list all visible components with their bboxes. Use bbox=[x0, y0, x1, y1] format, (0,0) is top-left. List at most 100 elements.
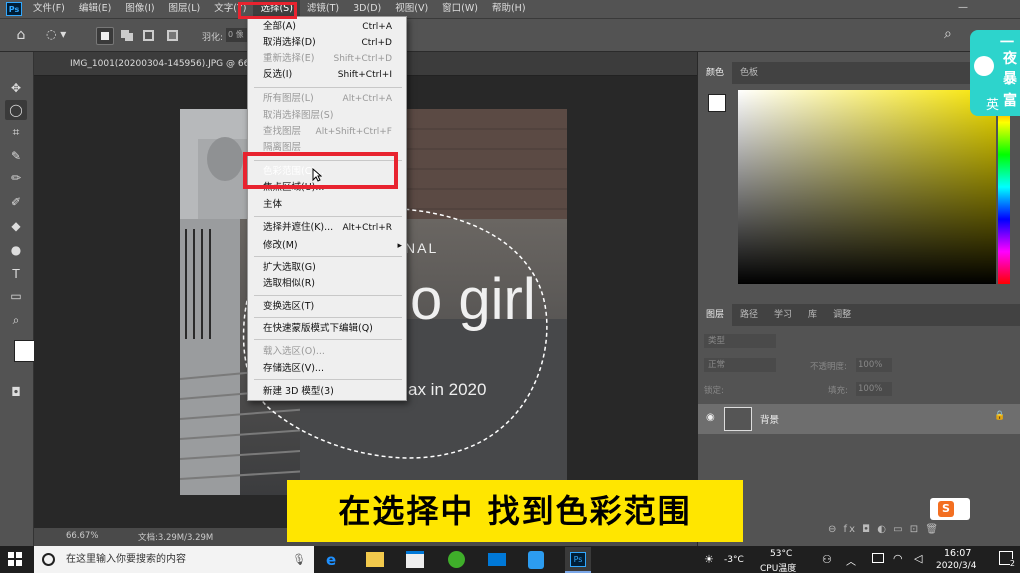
taskbar-search-box[interactable]: 在这里输入你要搜索的内容 🎙 bbox=[34, 546, 314, 573]
select-menu-item[interactable]: 重新选择(E) Shift+Ctrl+D bbox=[248, 51, 406, 67]
select-menu-item-shortcut: Shift+Ctrl+I bbox=[337, 70, 392, 80]
tab-color[interactable]: 颜色 bbox=[698, 62, 733, 84]
select-menu-item[interactable]: 新建 3D 模型(3) bbox=[248, 384, 406, 400]
select-menu-item[interactable]: 所有图层(L) Alt+Ctrl+A bbox=[248, 91, 406, 107]
volume-icon[interactable]: ◁ bbox=[914, 552, 922, 565]
weather-icon[interactable]: ☀ bbox=[704, 553, 714, 566]
paint-bucket-icon[interactable]: ◆ bbox=[5, 216, 27, 236]
select-menu-item-label: 在快速蒙版模式下编辑(Q) bbox=[263, 323, 373, 334]
subtract-selection-icon[interactable] bbox=[140, 27, 158, 45]
ime-indicator[interactable]: 英 bbox=[986, 94, 999, 113]
select-menu-item[interactable]: 扩大选取(G) bbox=[248, 260, 406, 276]
select-menu-item[interactable]: 查找图层 Alt+Shift+Ctrl+F bbox=[248, 124, 406, 140]
intersect-selection-icon[interactable] bbox=[164, 27, 182, 45]
select-menu-item-label: 扩大选取(G) bbox=[263, 262, 316, 273]
select-menu-item[interactable]: 选择并遮住(K)... Alt+Ctrl+R bbox=[248, 220, 406, 236]
home-icon[interactable]: ⌂ bbox=[12, 27, 30, 45]
layer-lock-icon: 🔒 bbox=[994, 411, 1006, 421]
select-menu-item[interactable]: 选取相似(R) bbox=[248, 276, 406, 292]
dodge-tool-icon[interactable]: ● bbox=[5, 240, 27, 260]
battery-icon[interactable] bbox=[872, 553, 884, 563]
clock-time[interactable]: 16:07 bbox=[944, 548, 971, 559]
sogou-ime-icon[interactable]: S bbox=[930, 498, 970, 520]
menu-11[interactable]: 帮助(H) bbox=[485, 0, 533, 18]
history-brush-icon[interactable]: ✐ bbox=[5, 192, 27, 212]
select-menu-item[interactable]: 全部(A) Ctrl+A bbox=[248, 19, 406, 35]
wifi-icon[interactable]: ◠ bbox=[893, 552, 903, 565]
add-selection-icon[interactable] bbox=[118, 27, 136, 45]
menu-separator bbox=[254, 216, 402, 217]
crop-tool-icon[interactable]: ⌗ bbox=[5, 122, 27, 142]
panel-foreground-swatch[interactable] bbox=[708, 94, 726, 112]
select-menu-item[interactable]: 修改(M) ▸ bbox=[248, 238, 406, 254]
tab-swatches[interactable]: 色板 bbox=[732, 62, 766, 84]
edge-icon[interactable]: e bbox=[326, 551, 344, 569]
color-field[interactable] bbox=[738, 90, 996, 284]
tools-panel: ✥ ◯ ⌗ ✎ ✏ ✐ ◆ ● T ▭ ⌕ ◘ bbox=[0, 52, 48, 546]
select-menu-item-shortcut: Ctrl+A bbox=[362, 22, 392, 32]
select-menu-item[interactable]: 变换选区(T) bbox=[248, 299, 406, 315]
notification-icon[interactable]: 2 bbox=[999, 551, 1015, 568]
select-menu-item[interactable]: 在快速蒙版模式下编辑(Q) bbox=[248, 321, 406, 337]
tab-libraries[interactable]: 库 bbox=[800, 304, 825, 326]
layers-panel-tabs: 图层 路径 学习 库 调整 bbox=[698, 304, 1020, 326]
people-icon[interactable]: ⚇ bbox=[822, 553, 832, 566]
photoshop-taskbar-button[interactable]: Ps bbox=[565, 547, 591, 573]
sticker-line2: 夜 bbox=[1003, 51, 1017, 67]
tab-paths[interactable]: 路径 bbox=[732, 304, 766, 326]
menu-10[interactable]: 窗口(W) bbox=[435, 0, 485, 18]
layer-visibility-icon[interactable]: ◉ bbox=[706, 412, 715, 423]
select-menu-item[interactable]: 存储选区(V)... bbox=[248, 361, 406, 377]
mail-icon[interactable] bbox=[488, 553, 506, 566]
select-menu-item[interactable]: 主体 bbox=[248, 197, 406, 213]
cpu-temp-label: CPU温度 bbox=[760, 564, 797, 573]
select-menu-item[interactable]: 反选(I) Shift+Ctrl+I bbox=[248, 67, 406, 83]
fill-input[interactable]: 100% bbox=[856, 382, 892, 396]
minimize-icon[interactable]: — bbox=[952, 0, 974, 18]
windows-start-icon[interactable] bbox=[8, 552, 22, 566]
select-menu-item-label: 重新选择(E) bbox=[263, 53, 315, 64]
tab-learn[interactable]: 学习 bbox=[766, 304, 800, 326]
taskbar-search-placeholder: 在这里输入你要搜索的内容 bbox=[66, 554, 186, 565]
menu-3[interactable]: 图像(I) bbox=[118, 0, 161, 18]
browser-360-icon[interactable] bbox=[448, 551, 465, 568]
zoom-tool-icon[interactable]: ⌕ bbox=[5, 310, 27, 330]
eyedropper-tool-icon[interactable]: ✎ bbox=[5, 146, 27, 166]
brush-tool-icon[interactable]: ✏ bbox=[5, 168, 27, 188]
search-icon[interactable]: ⌕ bbox=[944, 26, 952, 42]
lasso-tool-icon[interactable]: ◯ bbox=[5, 100, 27, 120]
app-icon[interactable] bbox=[528, 551, 544, 569]
layers-footer-icons[interactable]: ⊖ fx ◘ ◐ ▭ ⊡ 🗑 bbox=[828, 524, 940, 535]
tab-adjustments[interactable]: 调整 bbox=[825, 304, 859, 326]
lasso-preset-icon[interactable]: ◌ ▾ bbox=[46, 27, 70, 45]
feather-input[interactable]: 0 像 bbox=[226, 28, 248, 42]
hue-slider[interactable] bbox=[998, 90, 1010, 284]
quick-mask-icon[interactable]: ◘ bbox=[5, 382, 27, 402]
foreground-color-swatch[interactable] bbox=[14, 340, 36, 362]
tab-layers[interactable]: 图层 bbox=[698, 304, 733, 326]
new-selection-icon[interactable] bbox=[96, 27, 114, 45]
menu-4[interactable]: 图层(L) bbox=[162, 0, 208, 18]
menu-separator bbox=[254, 317, 402, 318]
tray-up-icon[interactable]: ︿ bbox=[846, 553, 856, 568]
store-icon[interactable] bbox=[406, 551, 424, 568]
photoshop-logo: Ps bbox=[6, 2, 22, 16]
select-menu-item[interactable]: 取消选择图层(S) bbox=[248, 108, 406, 124]
zoom-level[interactable]: 66.67% bbox=[66, 531, 98, 541]
blend-mode-select[interactable]: 正常 bbox=[704, 358, 776, 372]
sticker-line4: 富 bbox=[1003, 93, 1017, 109]
menu-1[interactable]: 文件(F) bbox=[26, 0, 72, 18]
layer-thumbnail bbox=[724, 407, 752, 431]
microphone-icon[interactable]: 🎙 bbox=[292, 546, 306, 573]
layer-kind-filter[interactable]: 类型 bbox=[704, 334, 776, 348]
menu-2[interactable]: 编辑(E) bbox=[72, 0, 118, 18]
clock-date[interactable]: 2020/3/4 bbox=[936, 561, 976, 571]
move-tool-icon[interactable]: ✥ bbox=[5, 78, 27, 98]
rectangle-tool-icon[interactable]: ▭ bbox=[5, 286, 27, 306]
opacity-input[interactable]: 100% bbox=[856, 358, 892, 372]
type-tool-icon[interactable]: T bbox=[5, 264, 27, 284]
select-menu-item[interactable]: 取消选择(D) Ctrl+D bbox=[248, 35, 406, 51]
file-explorer-icon[interactable] bbox=[366, 552, 384, 567]
select-menu-item[interactable]: 载入选区(O)... bbox=[248, 344, 406, 360]
layer-row-background[interactable]: ◉ 背景 🔒 bbox=[698, 404, 1020, 434]
